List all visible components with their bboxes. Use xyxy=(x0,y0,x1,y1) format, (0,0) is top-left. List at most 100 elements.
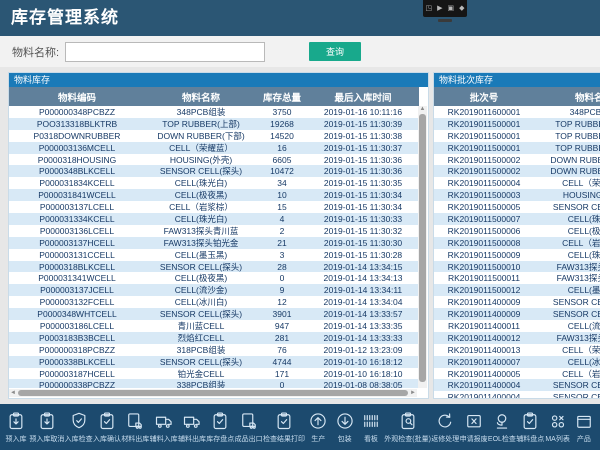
table-cell: P000031834KCELL xyxy=(9,178,145,188)
table-row[interactable]: P000003187HCELL铂光金CELL1712019-01-10 16:1… xyxy=(9,368,419,380)
table-row[interactable]: P0000348BLKCELLSENSOR CELL(探头)104722019-… xyxy=(9,165,419,177)
toolbar-item-20[interactable]: 产品 xyxy=(571,411,597,444)
toolbar-item-10[interactable]: 检查结果打印 xyxy=(263,411,305,444)
table-row[interactable]: RK2019011500009CELL(珠光白) xyxy=(434,249,600,261)
table-row[interactable]: P0318DOWNRUBBERDOWN RUBBER(下部)145202019-… xyxy=(9,130,419,142)
table-row[interactable]: P000003137JCELLCELL(流沙金)92019-01-14 13:3… xyxy=(9,284,419,296)
table-row[interactable]: RK2019011500001TOP RUBBER(上部) xyxy=(434,130,600,142)
table-row[interactable]: P000003136LCELLFAW313探头青川蓝22019-01-15 11… xyxy=(9,225,419,237)
toolbar-item-label: 入库确认 xyxy=(93,434,121,444)
table-cell: RK2019011400004 xyxy=(434,392,534,398)
table-row[interactable]: RK2019011500002DOWN RUBBER(下部) xyxy=(434,165,600,177)
table-row[interactable]: RK2019011500002DOWN RUBBER(下部) xyxy=(434,154,600,166)
table-row[interactable]: RK2019011500001TOP RUBBER(上部) xyxy=(434,142,600,154)
table-row[interactable]: RK2019011500012CELL(墨玉黑) xyxy=(434,284,600,296)
table-row[interactable]: POO313318BLKTRBTOP RUBBER(上部)192682019-0… xyxy=(9,118,419,130)
table-cell: 947 xyxy=(257,321,307,331)
toolbar-item-2[interactable]: 预入库取消 xyxy=(29,411,64,444)
table-row[interactable]: P000031841WCELLCELL(极夜黑)102019-01-15 11:… xyxy=(9,189,419,201)
capture-overlay-toolbar[interactable]: ◳ ▶ ▣ ◆ xyxy=(423,0,467,17)
table-row[interactable]: RK2019011400007CELL(冰川白) xyxy=(434,356,600,368)
table-row[interactable]: P000003137HCELLFAW313探头铂光金212019-01-15 1… xyxy=(9,237,419,249)
toolbar-item-12[interactable]: 包装 xyxy=(332,411,358,444)
vertical-scrollbar[interactable]: ▲ xyxy=(418,106,427,388)
window-icon[interactable]: ▣ xyxy=(447,5,454,12)
table-row[interactable]: P000003137LCELLCELL（岩浆棕）152019-01-15 11:… xyxy=(9,201,419,213)
table-row[interactable]: RK2019011500008CELL（岩浆棕） xyxy=(434,237,600,249)
table-cell: CELL(墨玉黑) xyxy=(145,249,257,261)
table-row[interactable]: RK2019011500011FAW313探头铂光金 xyxy=(434,272,600,284)
table-row[interactable]: RK2019011400013CELL（荣耀蓝） xyxy=(434,344,600,356)
toolbar-item-5[interactable]: 材料出库 xyxy=(121,411,149,444)
table-row[interactable]: RK2019011500010FAW313探头青川蓝 xyxy=(434,261,600,273)
table-row[interactable]: P0000318BLKCELLSENSOR CELL(探头)282019-01-… xyxy=(9,261,419,273)
toolbar-item-4[interactable]: 入库确认 xyxy=(93,411,121,444)
table-row[interactable]: RK2019011400011CELL(流沙金) xyxy=(434,320,600,332)
table-row[interactable]: P000003186LCELL青川蓝CELL9472019-01-14 13:3… xyxy=(9,320,419,332)
table-row[interactable]: RK2019011500001TOP RUBBER(上部) xyxy=(434,118,600,130)
toolbar-item-13[interactable]: 看板 xyxy=(358,411,384,444)
table-row[interactable]: RK2019011500003HOUSING(外壳) xyxy=(434,189,600,201)
toolbar-item-label: 库存盘点 xyxy=(206,434,234,444)
table-row[interactable]: RK2019011500004CELL（荣耀蓝） xyxy=(434,177,600,189)
table-row[interactable]: RK2019011500005SENSOR CELL(探头) xyxy=(434,201,600,213)
play-icon[interactable]: ▶ xyxy=(437,5,442,12)
table-row[interactable]: P000031834KCELLCELL(珠光白)342019-01-15 11:… xyxy=(9,177,419,189)
table-cell: HOUSING(外壳) xyxy=(145,154,257,166)
toolbar-item-15[interactable]: 返修处理 xyxy=(431,411,459,444)
table-row[interactable]: RK2019011400012FAW313探头铂光金 xyxy=(434,332,600,344)
table-row[interactable]: P000003136MCELLCELL（荣耀蓝）162019-01-15 11:… xyxy=(9,142,419,154)
toolbar-item-9[interactable]: 成品出口 xyxy=(235,411,263,444)
table-row[interactable]: P000003132FCELLCELL(冰川白)122019-01-14 13:… xyxy=(9,296,419,308)
table-row[interactable]: P000031341WCELLCELL(极夜黑)02019-01-14 13:3… xyxy=(9,272,419,284)
table-cell: 烈焰红CELL xyxy=(145,332,257,344)
table-row[interactable]: P0000338BLKCELLSENSOR CELL(探头)47442019-0… xyxy=(9,356,419,368)
horizontal-scrollbar[interactable]: ◄ ► xyxy=(9,389,417,397)
toolbar-item-label: 预入库取消 xyxy=(29,434,64,444)
scroll-left-arrow[interactable]: ◄ xyxy=(10,389,16,397)
table-row[interactable]: RK2019011400009SENSOR CELL(探头) xyxy=(434,308,600,320)
table-row[interactable]: RK2019011500006CELL(极夜黑) xyxy=(434,225,600,237)
toolbar-item-11[interactable]: 生产 xyxy=(305,411,331,444)
toolbar-item-16[interactable]: 申请报废 xyxy=(460,411,488,444)
toolbar-item-3[interactable]: 入库检查 xyxy=(65,411,93,444)
table-cell: P000003136LCELL xyxy=(9,226,145,236)
capture-icon[interactable]: ◳ xyxy=(425,5,432,12)
table-row[interactable]: RK2019011400004SENSOR CELL(探头) xyxy=(434,379,600,391)
toolbar-item-19[interactable]: MA列表 xyxy=(545,411,571,444)
table-row[interactable]: P0000318HOUSINGHOUSING(外壳)66052019-01-15… xyxy=(9,154,419,166)
table-cell: HOUSING(外壳) xyxy=(534,189,600,201)
table-row[interactable]: P000031334KCELLCELL(珠光白)42019-01-15 11:3… xyxy=(9,213,419,225)
toolbar-item-6[interactable]: 辅料入库 xyxy=(150,411,178,444)
truck-icon xyxy=(182,411,202,431)
table-row[interactable]: RK2019011400009SENSOR CELL(探头) xyxy=(434,296,600,308)
table-row[interactable]: RK2019011400005CELL（岩浆棕） xyxy=(434,368,600,380)
table-cell: 2019-01-10 16:18:12 xyxy=(307,357,419,367)
table-row[interactable]: P000000338PCBZZ338PCB组装02019-01-08 08:38… xyxy=(9,379,419,388)
overlay-handle[interactable] xyxy=(438,19,452,22)
table-row[interactable]: P000003131CCELLCELL(墨玉黑)32019-01-15 11:3… xyxy=(9,249,419,261)
table-cell: CELL（荣耀蓝） xyxy=(534,177,600,189)
toolbar-item-14[interactable]: 外观检查(批量) xyxy=(384,411,431,444)
scroll-up-arrow[interactable]: ▲ xyxy=(418,106,427,113)
table-cell: 2019-01-15 11:30:37 xyxy=(307,143,419,153)
table-row[interactable]: P000000348PCBZZ348PCB组装37502019-01-16 10… xyxy=(9,106,419,118)
material-name-label: 物料名称: xyxy=(12,44,59,60)
toolbar-item-8[interactable]: 库存盘点 xyxy=(206,411,234,444)
scroll-thumb[interactable] xyxy=(18,390,408,396)
scroll-thumb[interactable] xyxy=(419,114,426,382)
table-row[interactable]: P0003183B3BCELL烈焰红CELL2812019-01-14 13:3… xyxy=(9,332,419,344)
query-button[interactable]: 查询 xyxy=(309,42,361,61)
toolbar-item-17[interactable]: EOL检查 xyxy=(488,411,516,444)
toolbar-item-18[interactable]: 辅料盘点 xyxy=(516,411,544,444)
pin-icon[interactable]: ◆ xyxy=(459,5,464,12)
table-row[interactable]: RK2019011400004SENSOR CELL(探头) xyxy=(434,391,600,398)
table-row[interactable]: RK2019011600001348PCB组装 xyxy=(434,106,600,118)
table-row[interactable]: RK2019011500007CELL(珠光白) xyxy=(434,213,600,225)
table-row[interactable]: P000000318PCBZZ318PCB组装762019-01-12 13:2… xyxy=(9,344,419,356)
scroll-right-arrow[interactable]: ► xyxy=(410,389,416,397)
toolbar-item-1[interactable]: 预入库 xyxy=(3,411,29,444)
toolbar-item-7[interactable]: 辅料出库 xyxy=(178,411,206,444)
material-name-input[interactable] xyxy=(65,42,265,62)
table-row[interactable]: P0000348WHTCELLSENSOR CELL(探头)39012019-0… xyxy=(9,308,419,320)
